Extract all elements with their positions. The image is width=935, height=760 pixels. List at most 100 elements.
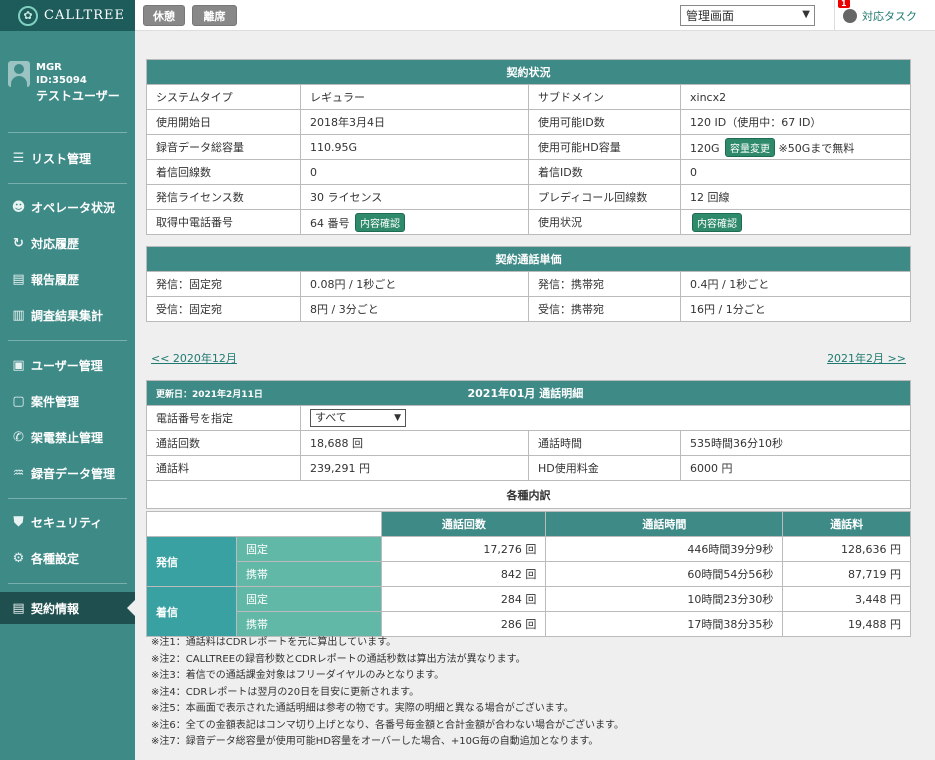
usage-cell: 内容確認 [680,209,911,235]
nav-label: 案件管理 [31,395,80,409]
confirm-usage-button[interactable]: 内容確認 [692,212,742,232]
waveform-icon: ♒ [12,466,25,481]
nav-security[interactable]: ⛊ セキュリティ [10,514,103,531]
nav-survey[interactable]: ▥ 調査結果集計 [10,307,103,324]
label: 使用可能HD容量 [528,134,681,160]
value: 16円 / 1分ごと [680,296,911,322]
cell: 128,636 円 [782,536,911,562]
nav-users[interactable]: ▣ ユーザー管理 [10,357,102,374]
sub-label: 携帯 [235,561,383,587]
screen-select-value: 管理画面 [686,9,735,23]
cell: 286 回 [381,611,547,637]
history-icon: ↻ [13,236,24,251]
breakdown-title: 各種内訳 [146,480,911,509]
nav-dnc[interactable]: ✆ 架電禁止管理 [10,429,103,446]
nav-contract[interactable]: ▤ 契約情報 [0,592,135,624]
user-card-icon: ▣ [12,358,25,373]
user-info: MGR ID:35094 テストユーザー [8,61,120,104]
label: 取得中電話番号 [146,209,301,235]
label: 通話時間 [528,430,681,456]
confirm-numbers-button[interactable]: 内容確認 [355,212,405,232]
value: 64 番号 [310,216,350,230]
label: 通話料 [146,455,301,481]
operator-icon: ☻ [11,200,26,215]
value: 30 ライセンス [300,184,529,210]
contract-table: 契約状況 システムタイプ レギュラー サブドメイン xincx2 使用開始日 2018年… [146,59,911,235]
label: システムタイプ [146,84,301,110]
nav-settings[interactable]: ⚙ 各種設定 [10,550,79,567]
group-label: 着信 [146,586,237,637]
list-icon: ☰ [12,151,25,166]
gear-icon: ⚙ [12,551,25,566]
away-button[interactable]: 離席 [192,5,237,26]
value: 0.08円 / 1秒ごと [300,271,529,297]
note: ※注7：録音データ総容量が使用可能HD容量をオーバーした場合、+10G毎の自動追… [151,736,599,747]
value: レギュラー [300,84,529,110]
value: 8円 / 3分ごと [300,296,529,322]
user-name: テストユーザー [36,89,120,103]
chevron-down-icon: ▼ [802,9,810,20]
value: 2018年3月4日 [300,109,529,135]
detail-title: 2021年01月 通話明細 [300,380,911,406]
label: 発信：固定宛 [146,271,301,297]
breakdown-table: 通話回数 通話時間 通話料 発信 固定 17,276 回 446時間39分9秒 128,63… [145,511,911,637]
value: 535時間36分10秒 [680,430,911,456]
divider [8,583,127,584]
note: ※注4：CDRレポートは翌月の20日を目安に更新されます。 [151,686,420,698]
value: 120G [690,141,720,155]
prev-month-link[interactable]: << 2020年12月 [151,350,237,366]
task-badge: 1 [838,0,850,8]
capacity-change-button[interactable]: 容量変更 [725,137,776,157]
label: 発信ライセンス数 [146,184,301,210]
note: ※注2：CALLTREEの録音秒数とCDRレポートの通話秒数は算出方法が異なりま… [151,653,526,665]
col-header: 通話回数 [381,511,547,537]
rates-title: 契約通話単価 [146,246,911,272]
label: 録音データ総容量 [146,134,301,160]
nav-list[interactable]: ☰ リスト管理 [10,150,91,167]
nav-reports[interactable]: ▤ 報告履歴 [10,271,79,288]
nav-label: リスト管理 [31,152,92,166]
label: サブドメイン [528,84,681,110]
phone-count-cell: 64 番号 内容確認 [300,209,529,235]
nav-label: 契約情報 [31,601,80,616]
label: 電話番号を指定 [146,405,301,431]
cell: 446時間39分9秒 [545,536,784,562]
survey-icon: ▥ [12,308,25,323]
hd-note: ※50Gまで無料 [778,141,855,155]
value: 18,688 回 [300,430,529,456]
value: 6000 円 [680,455,911,481]
nav-label: 報告履歴 [31,273,80,287]
screen-select[interactable]: 管理画面 ▼ [680,5,815,26]
value: 0.4円 / 1秒ごと [680,271,911,297]
cell: 17,276 回 [381,536,547,562]
chevron-down-icon: ▼ [394,413,401,423]
nav-label: セキュリティ [31,516,103,530]
nav-label: オペレータ状況 [31,201,116,215]
next-month-link[interactable]: 2021年2月 >> [827,350,906,366]
cell: 3,448 円 [782,586,911,612]
label: 着信回線数 [146,159,301,185]
label: 使用状況 [528,209,681,235]
report-icon: ▤ [12,272,25,287]
divider [8,498,127,499]
cell: 10時間23分30秒 [545,586,784,612]
nav-history[interactable]: ↻ 対応履歴 [10,235,79,252]
nav-projects[interactable]: ▢ 案件管理 [10,393,79,410]
label: 発信：携帯宛 [528,271,681,297]
phone-icon: ✆ [13,430,24,445]
nav-operators[interactable]: ☻ オペレータ状況 [10,199,115,216]
phone-number-select[interactable]: すべて ▼ [310,409,406,427]
logo[interactable]: ✿ CALLTREE [0,0,135,31]
value: 110.95G [300,134,529,160]
cell: 284 回 [381,586,547,612]
label: 受信：固定宛 [146,296,301,322]
phone-select-value: すべて [315,411,347,424]
task-icon: 1 [838,0,857,23]
break-button[interactable]: 休憩 [143,5,185,26]
nav-label: 各種設定 [31,552,80,566]
task-label: 対応タスク [862,9,917,23]
note: ※注5：本画面で表示された通話明細は参考の物です。実際の明細と異なる場合がござい… [151,703,574,714]
nav-recordings[interactable]: ♒ 録音データ管理 [10,465,115,482]
tree-icon: ✿ [18,5,38,26]
tasks-link[interactable]: 1 対応タスク [834,0,935,31]
